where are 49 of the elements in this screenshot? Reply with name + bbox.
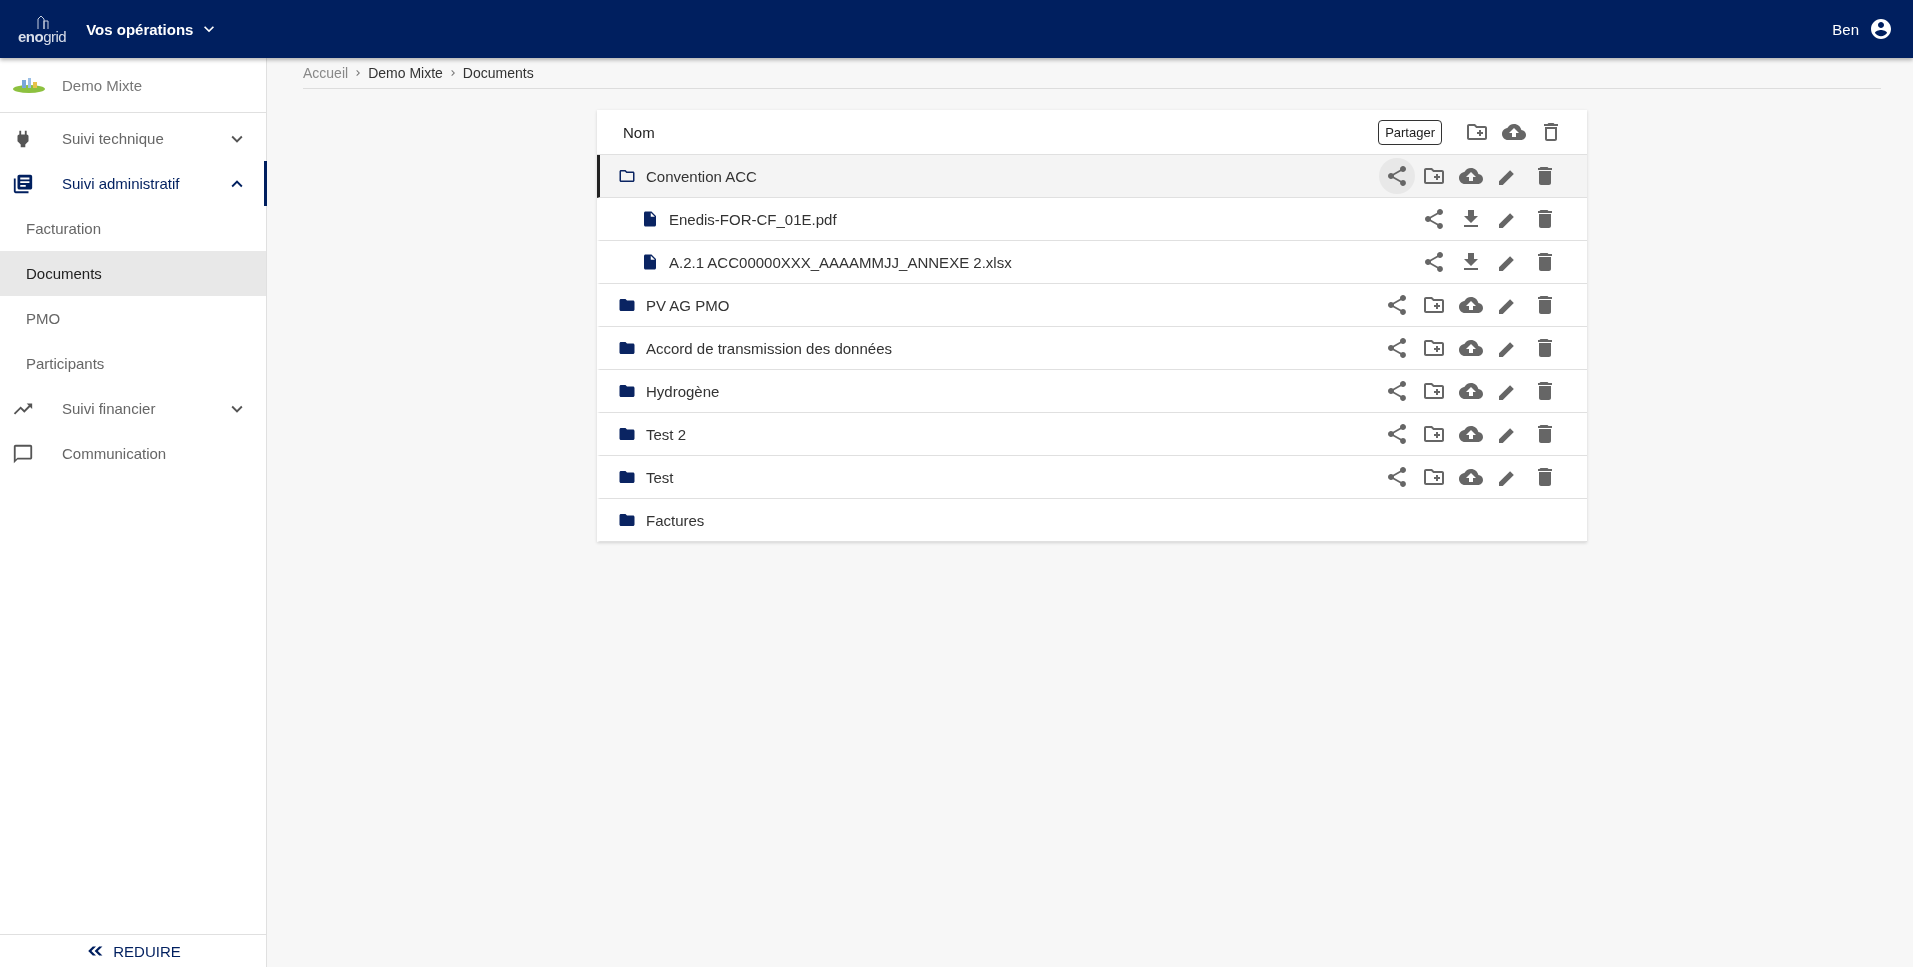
documents-icon [12, 172, 34, 195]
nav-item[interactable]: Facturation [0, 206, 266, 251]
project-thumbnail-icon [12, 77, 46, 93]
file-name: Enedis-FOR-CF_01E.pdf [669, 210, 838, 228]
breadcrumb-link[interactable]: Demo Mixte [368, 65, 443, 81]
nav-section[interactable]: Suivi administratif [0, 161, 266, 206]
nav-item[interactable]: PMO [0, 296, 266, 341]
share-icon[interactable] [1385, 164, 1409, 188]
folder-name: PV AG PMO [646, 296, 731, 314]
folder-name: Test 2 [646, 425, 688, 443]
column-header: Nom [623, 123, 656, 141]
folder-row[interactable]: Convention ACC [597, 155, 1587, 198]
share-icon[interactable] [1385, 293, 1409, 317]
folder-row[interactable]: PV AG PMO [597, 284, 1587, 327]
logo-text: enogrid [18, 28, 67, 44]
account-icon [1869, 17, 1893, 41]
folder-row[interactable]: Test 2 [597, 413, 1587, 456]
nav-section[interactable]: Communication [0, 431, 266, 476]
nav-item[interactable]: Documents [0, 251, 266, 296]
operations-menu[interactable]: Vos opérations [86, 19, 220, 39]
project-name[interactable]: Demo Mixte [62, 76, 143, 94]
folder-row[interactable]: Test [597, 456, 1587, 499]
chat-icon [12, 442, 34, 465]
folder-row[interactable]: Accord de transmission des données [597, 327, 1587, 370]
share-icon[interactable] [1385, 465, 1409, 489]
folder-name: Test [646, 468, 675, 486]
user-menu[interactable]: Ben [1832, 17, 1893, 41]
folder-name: Hydrogène [646, 382, 721, 400]
file-row[interactable]: A.2.1 ACC00000XXX_AAAAMMJJ_ANNEXE 2.xlsx [597, 241, 1587, 284]
folder-name: Accord de transmission des données [646, 339, 893, 357]
folder-name: Convention ACC [646, 167, 758, 185]
share-icon[interactable] [1385, 379, 1409, 403]
file-icon [641, 210, 659, 228]
file-row[interactable]: Enedis-FOR-CF_01E.pdf [597, 198, 1587, 241]
share-icon[interactable] [1422, 207, 1446, 231]
folder-row[interactable]: Factures [597, 499, 1587, 542]
breadcrumb-link[interactable]: Documents [462, 65, 534, 81]
share-icon[interactable] [1385, 422, 1409, 446]
share-icon[interactable] [1422, 250, 1446, 274]
nav-section[interactable]: Suivi financier [0, 386, 266, 431]
file-icon [641, 253, 659, 271]
share-icon[interactable] [1385, 336, 1409, 360]
nav-item[interactable]: Participants [0, 341, 266, 386]
enogrid-logo[interactable]: enogrid [18, 14, 67, 44]
folder-row[interactable]: Hydrogène [597, 370, 1587, 413]
nav-section[interactable]: Suivi technique [0, 116, 266, 161]
folder-name: Factures [646, 511, 706, 529]
file-name: A.2.1 ACC00000XXX_AAAAMMJJ_ANNEXE 2.xlsx [669, 253, 1013, 271]
share-button[interactable]: Partager [1378, 119, 1442, 145]
